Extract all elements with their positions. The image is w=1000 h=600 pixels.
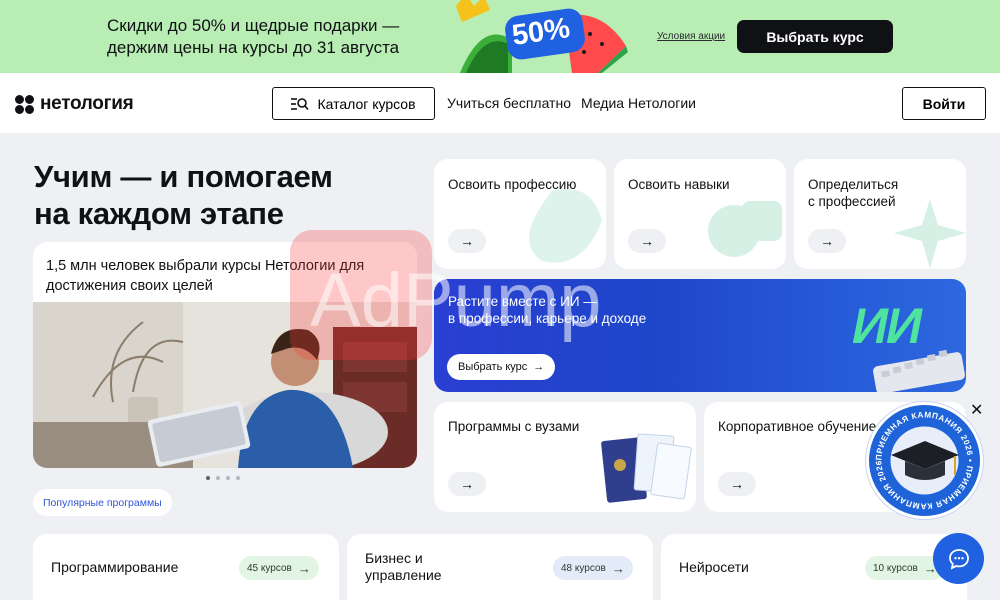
admission-campaign-stamp[interactable]: ПРИЕМНАЯ КАМПАНИЯ 2026 • ПРИЕМНАЯ КАМПАН… [866, 398, 983, 519]
carousel-dot[interactable] [206, 476, 210, 480]
course-count-badge: 48 курсов → [553, 556, 633, 580]
chat-bubble-icon [948, 548, 969, 570]
tile-title: Корпоративное обучение [718, 419, 877, 434]
tile-title: Определиться с профессией [808, 176, 898, 210]
ai-button-label: Выбрать курс [458, 361, 528, 373]
promo-choose-course-button[interactable]: Выбрать курс [737, 20, 893, 53]
popular-programs-label[interactable]: Популярные программы [33, 489, 172, 516]
promo-banner: Скидки до 50% и щедрые подарки — держим … [0, 0, 1000, 73]
arrow-right-icon: → [533, 361, 545, 373]
course-count: 10 курсов [873, 562, 918, 574]
category-neural-networks[interactable]: Нейросети 10 курсов → [661, 534, 967, 600]
logo[interactable]: нетология [15, 93, 134, 115]
promo-line-1: Скидки до 50% и щедрые подарки — [107, 16, 400, 35]
tile-master-profession[interactable]: Освоить профессию → [434, 159, 606, 269]
student-with-tablet-photo [33, 302, 417, 468]
hero-carousel-card[interactable]: 1,5 млн человек выбрали курсы Нетологии … [33, 242, 417, 468]
arrow-right-icon: → [448, 229, 486, 253]
site-header: нетология Каталог курсов Учиться бесплат… [0, 73, 1000, 133]
category-title: Нейросети [679, 559, 749, 575]
tile-title-line-1: Определиться [808, 177, 899, 192]
category-title-line-2: управление [365, 567, 442, 583]
hero-title: Учим — и помогаем на каждом этапе [34, 158, 333, 232]
category-title: Программирование [51, 559, 179, 575]
catalog-search-icon [291, 97, 310, 110]
category-title: Бизнес и управление [365, 550, 442, 584]
arrow-right-icon: → [628, 229, 666, 253]
ai-choose-course-button[interactable]: Выбрать курс → [447, 354, 556, 380]
hero-title-line-2: на каждом этапе [34, 196, 284, 231]
login-button[interactable]: Войти [902, 87, 986, 120]
promo-text: Скидки до 50% и щедрые подарки — держим … [107, 15, 399, 59]
category-title-line-1: Бизнес и [365, 550, 423, 566]
ai-banner-text: Растите вместе с ИИ — в профессии, карье… [448, 293, 646, 327]
course-count-badge: 45 курсов → [239, 556, 319, 580]
logo-icon [15, 94, 34, 114]
arrow-right-icon: → [448, 472, 486, 496]
logo-text: нетология [40, 93, 134, 114]
arrow-right-icon: → [611, 560, 625, 576]
course-count: 45 курсов [247, 562, 292, 574]
catalog-button[interactable]: Каталог курсов [272, 87, 435, 120]
course-count: 48 курсов [561, 562, 606, 574]
carousel-dots [206, 476, 240, 480]
category-programming[interactable]: Программирование 45 курсов → [33, 534, 339, 600]
ai-art-text: ИИ [852, 298, 922, 354]
sparkle-icon [894, 199, 966, 269]
tile-title: Программы с вузами [448, 419, 580, 434]
ai-banner-line-1: Растите вместе с ИИ — [448, 294, 597, 309]
nav-learn-free[interactable]: Учиться бесплатно [447, 95, 571, 111]
promo-illustration: 50% [452, 0, 628, 73]
arrow-right-icon: → [808, 229, 846, 253]
decorative-shape-icon [529, 189, 602, 263]
decorative-shape-icon [708, 201, 782, 257]
hero-title-line-1: Учим — и помогаем [34, 159, 333, 194]
hero-card-text: 1,5 млн человек выбрали курсы Нетологии … [46, 258, 365, 294]
category-business[interactable]: Бизнес и управление 48 курсов → [347, 534, 653, 600]
promo-line-2: держим цены на курсы до 31 августа [107, 38, 400, 57]
ai-promo-banner[interactable]: Растите вместе с ИИ — в профессии, карье… [434, 279, 966, 392]
carousel-dot[interactable] [236, 476, 240, 480]
promo-terms-link[interactable]: Условия акции [657, 31, 725, 42]
diploma-documents-icon [601, 433, 692, 503]
tile-title-line-2: с профессией [808, 194, 896, 209]
chat-button[interactable] [933, 533, 984, 584]
arrow-right-icon: → [297, 560, 311, 576]
tile-choose-profession[interactable]: Определиться с профессией → [794, 159, 966, 269]
carousel-dot[interactable] [216, 476, 220, 480]
catalog-label: Каталог курсов [317, 95, 416, 112]
arrow-right-icon: → [718, 472, 756, 496]
tile-university-programs[interactable]: Программы с вузами → [434, 402, 696, 512]
nav-media[interactable]: Медиа Нетологии [581, 95, 696, 111]
tile-master-skills[interactable]: Освоить навыки → [614, 159, 786, 269]
close-icon[interactable]: ✕ [970, 400, 983, 420]
carousel-dot[interactable] [226, 476, 230, 480]
graduation-cap-icon: ПРИЕМНАЯ КАМПАНИЯ 2026 • ПРИЕМНАЯ КАМПАН… [867, 398, 974, 511]
ai-banner-line-2: в профессии, карьере и доходе [448, 311, 647, 326]
